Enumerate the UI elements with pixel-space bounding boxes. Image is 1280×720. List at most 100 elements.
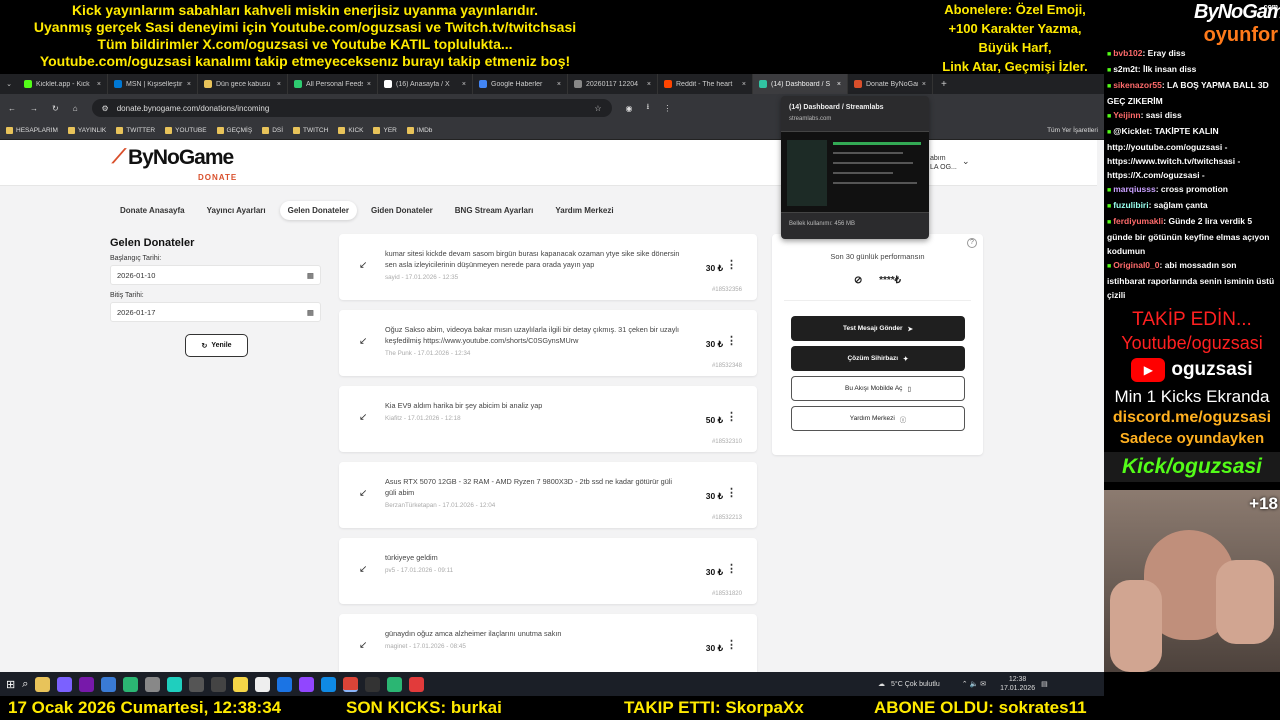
edge-icon[interactable] (321, 676, 337, 692)
bookmark-item[interactable]: GEÇMİŞ (216, 127, 252, 134)
forward-icon[interactable]: → (30, 104, 38, 113)
close-tab-icon[interactable]: × (462, 81, 466, 88)
clock[interactable]: 12:38 17.01.2026 (1000, 675, 1035, 693)
chat-username[interactable]: @Kicklet (1113, 126, 1149, 136)
start-date-field[interactable]: 2026-01-10 ▦ (110, 265, 321, 285)
app-icon[interactable] (387, 676, 403, 692)
bynogame-logo[interactable]: ⟋ ByNoGame DONATE (112, 146, 236, 182)
donation-card[interactable]: ↙ Oğuz Sakso abim, videoya bakar mısın uz… (339, 310, 757, 376)
help-icon[interactable]: ? (967, 238, 977, 248)
app-icon[interactable] (211, 676, 227, 692)
app-icon[interactable] (409, 676, 425, 692)
app-icon[interactable] (101, 676, 117, 692)
bookmark-item[interactable]: TWITCH (293, 127, 328, 134)
test-message-button[interactable]: Test Mesajı Gönder ➤ (791, 316, 965, 341)
reload-icon[interactable]: ↻ (52, 104, 59, 113)
browser-tab[interactable]: Dün gece kabusu × (198, 74, 288, 94)
twitch-icon[interactable] (299, 676, 315, 692)
close-tab-icon[interactable]: × (367, 81, 371, 88)
bookmark-item[interactable]: YAYINLIK (67, 127, 106, 134)
download-icon[interactable]: ⭳ (647, 101, 650, 115)
notification-icon[interactable]: ▤ (1041, 680, 1048, 688)
close-tab-icon[interactable]: × (97, 81, 101, 88)
chat-username[interactable]: marqiusss (1113, 184, 1156, 194)
back-icon[interactable]: ← (8, 104, 16, 113)
url-field[interactable]: ⚙ donate.bynogame.com/donations/incoming… (91, 99, 612, 117)
bookmark-item[interactable]: TWITTER (116, 127, 155, 134)
calendar-icon[interactable]: ▦ (307, 308, 314, 317)
bookmark-item[interactable]: YER (373, 127, 397, 134)
close-tab-icon[interactable]: × (922, 81, 926, 88)
more-options-icon[interactable]: ⋮ (726, 334, 737, 347)
more-options-icon[interactable]: ⋮ (726, 410, 737, 423)
bookmark-star-icon[interactable]: ☆ (594, 104, 601, 113)
chat-username[interactable]: Original0_0 (1113, 260, 1159, 270)
app-icon[interactable] (123, 676, 139, 692)
close-tab-icon[interactable]: × (742, 81, 746, 88)
windows-start-icon[interactable]: ⊞ (6, 678, 15, 691)
donation-card[interactable]: ↙ Asus RTX 5070 12GB - 32 RAM - AMD Ryzen… (339, 462, 757, 528)
site-info-icon[interactable]: ⚙ (102, 104, 109, 113)
donation-card[interactable]: ↙ türkiyeye geldim pv5 - 17.01.2026 - 09:1… (339, 538, 757, 604)
browser-tab[interactable]: 20260117 12204 × (568, 74, 658, 94)
open-mobile-button[interactable]: Bu Akışı Mobilde Aç ▯ (791, 376, 965, 401)
donation-card[interactable]: ↙ Kia EV9 aldım harika bir şey abicim bi … (339, 386, 757, 452)
app-icon[interactable] (145, 676, 161, 692)
camera-icon[interactable] (189, 676, 205, 692)
bookmark-item[interactable]: IMDb (406, 127, 432, 134)
browser-tab[interactable]: Reddit - The heart × (658, 74, 753, 94)
nav-tab[interactable]: Yardım Merkezi (547, 201, 621, 220)
chevron-down-icon[interactable]: ⌄ (962, 156, 970, 167)
bookmark-item[interactable]: YOUTUBE (165, 127, 207, 134)
browser-tab[interactable]: Kicklet.app - Kick × (18, 74, 108, 94)
file-explorer-icon[interactable] (35, 676, 51, 692)
chat-username[interactable]: bvb102 (1113, 48, 1142, 58)
onenote-icon[interactable] (79, 676, 95, 692)
chat-username[interactable]: s2m2t (1113, 64, 1138, 74)
close-tab-icon[interactable]: × (557, 81, 561, 88)
chat-username[interactable]: Yeijinn (1113, 110, 1140, 120)
nav-tab[interactable]: BNG Stream Ayarları (447, 201, 542, 220)
app-icon[interactable] (277, 676, 293, 692)
nav-tab[interactable]: Donate Anasayfa (112, 201, 193, 220)
search-icon[interactable]: ⌕ (22, 678, 28, 691)
tab-search-icon[interactable]: ⌄ (0, 80, 18, 88)
nav-tab[interactable]: Gelen Donateler (279, 201, 357, 220)
browser-tab[interactable]: Donate ByNoGame × (848, 74, 933, 94)
refresh-button[interactable]: ↻ Yenile (185, 334, 248, 357)
bookmark-item[interactable]: KICK (338, 127, 363, 134)
chat-username[interactable]: ferdiyumakli (1113, 216, 1163, 226)
more-options-icon[interactable]: ⋮ (726, 486, 737, 499)
bookmark-item[interactable]: HESAPLARIM (6, 127, 58, 134)
weather-icon[interactable]: ☁ (878, 680, 885, 688)
app-icon[interactable] (233, 676, 249, 692)
close-tab-icon[interactable]: × (187, 81, 191, 88)
app-icon[interactable] (365, 676, 381, 692)
app-icon[interactable] (167, 676, 183, 692)
extension-icon[interactable]: ◉ (626, 104, 633, 113)
close-tab-icon[interactable]: × (837, 81, 841, 88)
tray-icons[interactable]: ⌃ 🔈 ✉ (962, 680, 986, 688)
browser-tab[interactable]: All Personal Feeds × (288, 74, 378, 94)
new-tab-icon[interactable]: + (933, 79, 955, 90)
browser-tab[interactable]: MSN | Kişiselleştir × (108, 74, 198, 94)
app-icon[interactable] (57, 676, 73, 692)
close-tab-icon[interactable]: × (647, 81, 651, 88)
browser-tab[interactable]: (14) Dashboard / S × (753, 74, 848, 94)
end-date-field[interactable]: 2026-01-17 ▦ (110, 302, 321, 322)
menu-icon[interactable]: ⋮ (663, 104, 671, 113)
nav-tab[interactable]: Yayıncı Ayarları (199, 201, 274, 220)
chat-username[interactable]: sikenazor55 (1113, 80, 1162, 90)
close-tab-icon[interactable]: × (277, 81, 281, 88)
account-menu[interactable]: abım LA OG... (930, 154, 957, 172)
donation-card[interactable]: ↙ günaydın oğuz amca alzheimer ilaçlarını… (339, 614, 757, 672)
more-options-icon[interactable]: ⋮ (726, 562, 737, 575)
bookmark-item[interactable]: DSİ (262, 127, 283, 134)
more-options-icon[interactable]: ⋮ (726, 258, 737, 271)
calendar-icon[interactable]: ▦ (307, 271, 314, 280)
browser-tab[interactable]: Google Haberler × (473, 74, 568, 94)
more-options-icon[interactable]: ⋮ (726, 638, 737, 651)
chrome-icon[interactable] (343, 676, 359, 692)
all-bookmarks[interactable]: Tüm Yer İşaretleri (1047, 127, 1098, 134)
donation-card[interactable]: ↙ kumar sitesi kickde devam sasom birgün … (339, 234, 757, 300)
